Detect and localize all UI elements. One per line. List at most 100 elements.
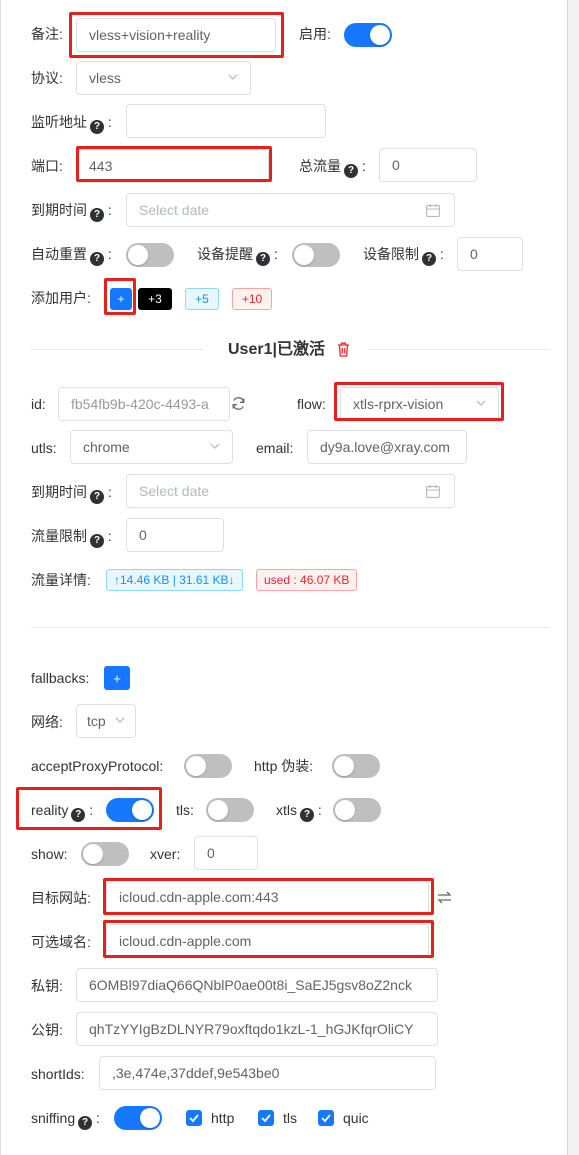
user-id-input[interactable]: fb54fb9b-420c-4493-a	[58, 387, 230, 421]
email-input[interactable]: dy9a.love@xray.com	[307, 430, 467, 464]
trash-icon[interactable]	[337, 342, 350, 357]
user-expiry-date-picker[interactable]: Select date	[126, 474, 455, 508]
help-icon[interactable]: ?	[71, 808, 86, 822]
add-10-users-button[interactable]: +10	[232, 288, 272, 310]
auto-reset-label: 自动重置? :	[31, 246, 112, 266]
user-title: User1|已激活	[228, 341, 325, 358]
chevron-down-icon	[115, 717, 125, 723]
xver-label: xver:	[150, 846, 181, 862]
private-key-label: 私钥:	[31, 978, 63, 994]
help-icon[interactable]: ?	[78, 1116, 93, 1130]
enable-switch[interactable]	[344, 23, 392, 47]
calendar-icon	[426, 204, 440, 217]
xtls-switch[interactable]	[333, 798, 381, 822]
add-5-users-button[interactable]: +5	[185, 288, 219, 310]
help-icon[interactable]: ?	[422, 252, 436, 266]
show-switch[interactable]	[81, 842, 129, 866]
chevron-down-icon	[210, 443, 220, 449]
reality-switch[interactable]	[106, 798, 154, 822]
server-names-input[interactable]: icloud.cdn-apple.com	[106, 924, 429, 958]
add-user-label: 添加用户:	[31, 290, 91, 306]
accept-proxy-protocol-switch[interactable]	[184, 754, 232, 778]
help-icon[interactable]: ?	[90, 120, 104, 134]
swap-icon[interactable]	[437, 891, 452, 904]
flow-select[interactable]: xtls-rprx-vision	[340, 387, 499, 421]
flow-label: flow:	[297, 396, 326, 412]
check-icon	[261, 1114, 271, 1123]
sniffing-switch[interactable]	[114, 1106, 162, 1130]
sniff-http-checkbox[interactable]	[186, 1110, 202, 1126]
auto-reset-switch[interactable]	[126, 243, 174, 267]
traffic-limit-input[interactable]: 0	[126, 518, 224, 552]
device-limit-label: 设备限制? :	[363, 246, 444, 266]
sniff-tls-checkbox[interactable]	[258, 1110, 274, 1126]
tls-switch[interactable]	[206, 798, 254, 822]
email-label: email:	[256, 440, 294, 456]
sniffing-label: sniffing? :	[31, 1110, 100, 1130]
remark-label: 备注:	[31, 26, 63, 42]
network-select[interactable]: tcp	[76, 704, 136, 738]
chevron-down-icon	[476, 400, 486, 406]
port-input[interactable]: 443	[76, 149, 269, 183]
sniff-quic-checkbox[interactable]	[318, 1110, 334, 1126]
help-icon[interactable]: ?	[90, 208, 104, 222]
total-traffic-label: 总流量? :	[299, 158, 366, 178]
tls-label: tls:	[176, 802, 194, 818]
inbound-form-panel: 备注: vless+vision+reality 启用: 协议: vless 监…	[0, 0, 567, 1155]
listen-input[interactable]	[126, 104, 326, 138]
user-expiry-label: 到期时间? :	[31, 484, 112, 504]
enable-label: 启用:	[299, 26, 331, 42]
sniff-tls-label: tls	[283, 1110, 297, 1126]
http-camouflage-switch[interactable]	[332, 754, 380, 778]
accept-proxy-protocol-label: acceptProxyProtocol:	[31, 758, 164, 774]
help-icon[interactable]: ?	[300, 808, 314, 822]
listen-label: 监听地址? :	[31, 114, 112, 134]
public-key-label: 公钥:	[31, 1022, 63, 1038]
protocol-label: 协议:	[31, 70, 63, 86]
add-3-users-button[interactable]: +3	[138, 288, 172, 310]
help-icon[interactable]: ?	[344, 164, 358, 178]
reality-label: reality? :	[31, 802, 94, 822]
xver-input[interactable]: 0	[194, 836, 258, 870]
divider	[31, 349, 203, 350]
chevron-down-icon	[228, 74, 238, 80]
help-icon[interactable]: ?	[90, 490, 104, 504]
calendar-icon	[426, 485, 440, 498]
expiry-label: 到期时间? :	[31, 202, 112, 222]
remark-input[interactable]: vless+vision+reality	[76, 18, 276, 52]
server-names-label: 可选域名:	[31, 934, 91, 950]
show-label: show:	[31, 846, 68, 862]
utls-select[interactable]: chrome	[70, 430, 233, 464]
device-alert-switch[interactable]	[292, 243, 340, 267]
http-camouflage-label: http 伪装:	[254, 758, 314, 774]
background-edge	[567, 0, 579, 1155]
help-icon[interactable]: ?	[256, 252, 270, 266]
sniff-http-label: http	[211, 1110, 235, 1126]
help-icon[interactable]: ?	[90, 534, 104, 548]
refresh-icon[interactable]	[231, 396, 246, 411]
check-icon	[321, 1114, 331, 1123]
add-user-button[interactable]: +	[110, 288, 132, 310]
divider	[369, 349, 549, 350]
add-fallback-button[interactable]: +	[104, 666, 130, 690]
check-icon	[189, 1114, 199, 1123]
expiry-date-picker[interactable]: Select date	[126, 193, 455, 227]
dest-input[interactable]: icloud.cdn-apple.com:443	[106, 880, 429, 914]
help-icon[interactable]: ?	[90, 252, 104, 266]
traffic-detail-label: 流量详情:	[31, 572, 91, 588]
traffic-limit-label: 流量限制? :	[31, 528, 112, 548]
short-ids-input[interactable]: ,3e,474e,37ddef,9e543be0	[99, 1056, 436, 1090]
total-traffic-input[interactable]: 0	[379, 148, 477, 182]
device-limit-input[interactable]: 0	[457, 237, 523, 271]
user-id-label: id:	[31, 396, 46, 412]
port-label: 端口:	[31, 158, 63, 174]
dest-label: 目标网站:	[31, 890, 91, 906]
protocol-select[interactable]: vless	[76, 61, 251, 95]
traffic-updown-tag: ↑14.46 KB | 31.61 KB↓	[106, 569, 243, 591]
private-key-input[interactable]: 6OMBl97diaQ66QNblP0ae00t8i_SaEJ5gsv8oZ2n…	[76, 968, 438, 1002]
device-alert-label: 设备提醒? :	[197, 246, 278, 266]
utls-label: utls:	[31, 440, 57, 456]
sniff-quic-label: quic	[343, 1110, 369, 1126]
public-key-input[interactable]: qhTzYYIgBzDLNYR79oxftqdo1kzL-1_hGJKfqrOl…	[76, 1012, 438, 1046]
traffic-used-tag: used : 46.07 KB	[256, 569, 358, 591]
